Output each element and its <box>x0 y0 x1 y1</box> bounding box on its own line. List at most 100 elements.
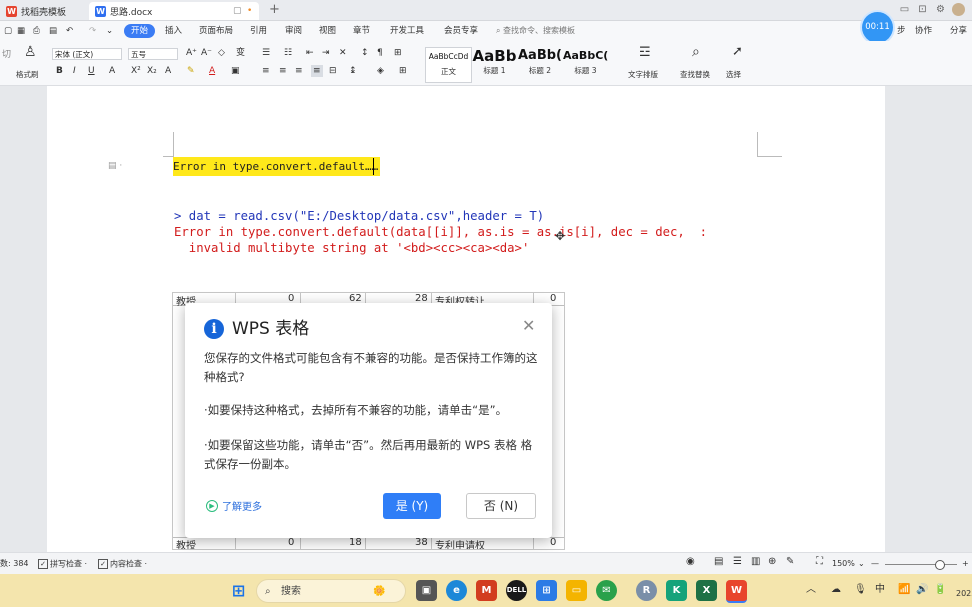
highlighted-error-text[interactable]: Error in type.convert.default…… <box>173 157 381 176</box>
text-effect-icon[interactable]: A <box>165 65 171 77</box>
tab-screen-icon[interactable]: ▢ <box>233 6 242 16</box>
microphone-icon[interactable]: 🎙 <box>854 584 867 596</box>
select-label[interactable]: 选择 <box>726 69 741 80</box>
shrink-font-icon[interactable]: A⁻ <box>201 47 212 59</box>
underline-icon[interactable]: U <box>88 65 95 77</box>
show-marks-icon[interactable]: ¶ <box>377 47 383 59</box>
font-size-select[interactable]: 五号 <box>128 48 178 60</box>
style-heading-2[interactable]: AaBb( 标题 2 <box>517 47 563 81</box>
wps-taskbar-icon[interactable]: W <box>726 580 747 603</box>
mcafee-icon[interactable]: M <box>476 580 497 601</box>
style-heading-1[interactable]: AaBb 标题 1 <box>472 47 517 81</box>
line-spacing-icon[interactable]: ↨ <box>349 65 357 77</box>
tab-template-store[interactable]: W 找稻壳模板 <box>0 2 88 20</box>
menu-share[interactable]: 分享 <box>947 24 970 38</box>
avatar[interactable] <box>952 3 965 16</box>
menu-view[interactable]: 视图 <box>316 24 339 38</box>
menu-sync[interactable]: 步 <box>894 24 909 38</box>
zoom-slider[interactable] <box>885 560 957 570</box>
fit-page-icon[interactable]: ⛶ <box>816 557 823 567</box>
command-search[interactable]: ⌕ 查找命令、搜索模板 <box>496 23 606 39</box>
text-layout-icon[interactable]: ☲ <box>639 46 651 59</box>
align-center-icon[interactable]: ≡ <box>279 65 287 77</box>
strikethrough-icon[interactable]: A <box>109 65 115 77</box>
align-right-icon[interactable]: ≡ <box>295 65 303 77</box>
superscript-icon[interactable]: X² <box>131 65 141 77</box>
word-count[interactable]: 字数: 384 <box>0 559 29 569</box>
clock-date[interactable]: 2023 <box>956 588 972 600</box>
menu-member[interactable]: 会员专享 <box>441 24 481 38</box>
web-view-icon[interactable]: ⊕ <box>768 557 776 567</box>
page-view-icon[interactable]: ▤ <box>714 557 723 567</box>
sort-icon[interactable]: ↕ <box>361 47 369 59</box>
speaker-icon[interactable]: 🔊 <box>916 584 928 596</box>
find-replace-label[interactable]: 查找替换 <box>680 69 710 80</box>
store-icon[interactable]: ⊞ <box>536 580 557 601</box>
learn-more-link[interactable]: ▶ 了解更多 <box>206 498 262 513</box>
bold-icon[interactable]: B <box>56 65 63 77</box>
menu-references[interactable]: 引用 <box>247 24 270 38</box>
ime-indicator[interactable]: 中 <box>875 584 885 596</box>
zoom-in-icon[interactable]: + <box>962 559 969 569</box>
task-view-icon[interactable]: ▣ <box>416 580 437 601</box>
shading-icon[interactable]: ◈ <box>377 65 384 77</box>
tab-document[interactable]: W 思路.docx ▢ • <box>89 2 259 20</box>
paragraph-handle-icon[interactable]: ▤ · <box>108 161 122 171</box>
decrease-indent-icon[interactable]: ⇤ <box>306 47 314 59</box>
menu-insert[interactable]: 插入 <box>162 24 185 38</box>
window-mode-icon[interactable]: ⊡ <box>916 3 929 16</box>
text-layout-label[interactable]: 文字排版 <box>628 69 658 80</box>
eye-protection-icon[interactable]: ◉ <box>686 557 695 567</box>
zoom-level[interactable]: 150% <box>832 559 855 569</box>
edge-icon[interactable]: e <box>446 580 467 601</box>
tray-chevron-icon[interactable]: ︿ <box>806 584 816 596</box>
print-icon[interactable]: ⎙ <box>30 24 43 38</box>
layout-icon[interactable]: ▭ <box>898 3 911 16</box>
undo-icon[interactable]: ↶ <box>63 24 76 38</box>
preview-icon[interactable]: ▤ <box>46 24 60 38</box>
file-explorer-icon[interactable]: ▭ <box>566 580 587 601</box>
save-icon[interactable]: ▢ <box>1 24 15 38</box>
font-color-icon[interactable]: A <box>209 65 215 77</box>
distributed-icon[interactable]: ⊟ <box>329 65 337 77</box>
menu-home[interactable]: 开始 <box>124 24 156 38</box>
outline-view-icon[interactable]: ☰ <box>733 557 742 567</box>
r-language-icon[interactable]: R <box>636 580 657 601</box>
menu-collaborate[interactable]: 协作 <box>912 24 935 38</box>
cloud-icon[interactable]: ☁ <box>831 584 841 596</box>
rstudio-icon[interactable]: K <box>666 580 687 601</box>
menu-page-layout[interactable]: 页面布局 <box>196 24 236 38</box>
subscript-icon[interactable]: X₂ <box>147 65 157 77</box>
table-border-icon[interactable]: ⊞ <box>394 47 402 59</box>
wifi-icon[interactable]: 📶 <box>898 584 910 596</box>
no-button[interactable]: 否 (N) <box>466 493 536 519</box>
reading-view-icon[interactable]: ▥ <box>751 557 760 567</box>
increase-indent-icon[interactable]: ⇥ <box>322 47 330 59</box>
zoom-dropdown-icon[interactable]: ⌄ <box>858 559 865 569</box>
justify-icon[interactable]: ≡ <box>311 65 323 77</box>
format-painter-icon[interactable]: ♙ <box>24 45 37 59</box>
yes-button[interactable]: 是 (Y) <box>383 493 441 519</box>
select-cursor-icon[interactable]: ➚ <box>732 45 743 58</box>
battery-icon[interactable]: 🔋 <box>934 584 946 596</box>
redo-icon[interactable]: ↷ <box>86 24 99 38</box>
taskbar-search[interactable]: ⌕ 搜索 🌼 <box>256 579 406 603</box>
recording-timer[interactable]: 00:11 <box>862 12 893 43</box>
more-chevron-icon[interactable]: ⌄ <box>103 24 116 38</box>
char-border-icon[interactable]: ▣ <box>231 65 240 77</box>
clipboard-icon[interactable]: 切 <box>2 49 11 61</box>
content-check-toggle[interactable]: ✓ 内容检查 · <box>98 559 147 570</box>
menu-review[interactable]: 审阅 <box>282 24 305 38</box>
clear-format-icon[interactable]: ◇ <box>218 47 225 59</box>
style-heading-3[interactable]: AaBbC( 标题 3 <box>563 47 608 81</box>
windows-start-icon[interactable]: ⊞ <box>228 580 249 601</box>
highlight-icon[interactable]: ✎ <box>187 65 195 77</box>
find-replace-icon[interactable]: ⌕ <box>692 45 700 59</box>
align-left-icon[interactable]: ≡ <box>262 65 270 77</box>
wechat-icon[interactable]: ✉ <box>596 580 617 601</box>
export-icon[interactable]: ▦ <box>14 24 28 38</box>
dell-icon[interactable]: DELL <box>506 580 527 601</box>
style-normal[interactable]: AaBbCcDd 正文 <box>425 47 472 83</box>
zoom-out-icon[interactable]: — <box>871 559 879 569</box>
zoom-slider-handle[interactable] <box>935 560 945 570</box>
